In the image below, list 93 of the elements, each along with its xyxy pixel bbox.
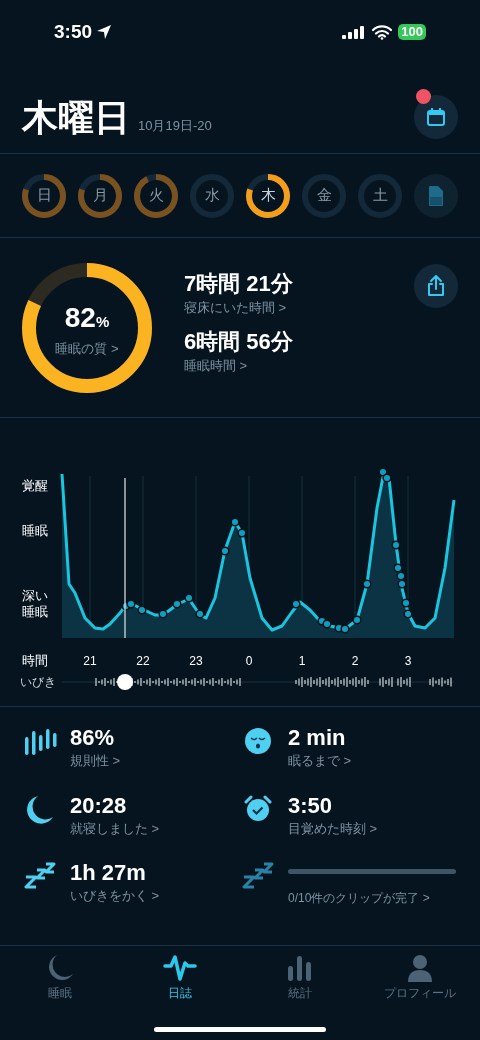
sleeping-face-icon <box>244 727 272 755</box>
stat-value: 2 min <box>288 725 347 751</box>
data-point <box>393 563 403 573</box>
battery-level: 100 <box>398 24 426 40</box>
y-axis-label: 睡眠 <box>22 523 48 539</box>
snore-label: いびき <box>20 674 56 691</box>
bar-chart-icon <box>287 954 313 982</box>
x-axis-label: 23 <box>188 653 204 670</box>
data-point <box>172 599 182 609</box>
stat-link[interactable]: 0/10件のクリップが完了 > <box>288 889 456 907</box>
tab-button[interactable]: 統計 <box>245 954 355 1002</box>
y-axis-label: 覚醒 <box>22 478 48 494</box>
duration-value: 7時間 21分 <box>184 270 294 298</box>
playback-handle[interactable] <box>117 674 133 690</box>
zzz-icon <box>24 862 56 889</box>
stat-value: 20:28 <box>70 792 128 819</box>
day-button[interactable]: 土 <box>358 173 402 218</box>
x-axis-label: 22 <box>135 653 151 670</box>
x-axis-label: 2 <box>350 653 360 670</box>
data-point <box>158 609 168 619</box>
data-point <box>126 599 136 609</box>
share-icon <box>426 275 446 297</box>
data-point <box>322 619 332 629</box>
data-point <box>184 593 194 603</box>
stat-link[interactable]: いびきをかく > <box>70 886 238 906</box>
day-button[interactable]: 火 <box>134 173 178 218</box>
sleep-quality-link[interactable]: 睡眠の質 > <box>55 338 119 359</box>
zzz-icon <box>242 862 274 889</box>
wifi-icon <box>372 24 393 40</box>
location-arrow-icon <box>96 24 113 40</box>
date-range: 10月19日-20 <box>138 116 212 135</box>
x-axis-label: 0 <box>244 653 254 670</box>
data-point <box>340 624 350 634</box>
day-button[interactable]: 月 <box>78 173 122 218</box>
day-button[interactable]: 水 <box>190 173 234 218</box>
data-point <box>397 579 407 589</box>
duration-link[interactable]: 睡眠時間 > <box>184 355 414 375</box>
data-point <box>382 473 392 483</box>
duration-value: 6時間 56分 <box>184 327 294 356</box>
report-button[interactable] <box>414 173 458 218</box>
data-point <box>352 615 362 625</box>
day-ring-icon <box>302 173 346 218</box>
day-button[interactable]: 日 <box>22 173 66 218</box>
data-point <box>291 599 301 609</box>
day-button[interactable]: 木 <box>246 173 290 218</box>
stat-link[interactable]: 規則性 > <box>70 751 238 771</box>
stat-link[interactable]: 眠るまで > <box>288 751 456 771</box>
day-ring-icon <box>22 173 66 218</box>
data-point <box>220 546 230 556</box>
share-button[interactable] <box>414 264 458 308</box>
stat-value: 3:50 <box>288 792 334 819</box>
stat-value: 1h 27m <box>70 860 147 886</box>
stat-link[interactable]: 目覚めた時刻 > <box>288 818 456 838</box>
data-point <box>378 468 388 477</box>
quality-score: 82% <box>64 300 110 335</box>
tab-button[interactable]: プロフィール <box>365 954 475 1002</box>
signal-icon <box>342 25 367 39</box>
calendar-button[interactable] <box>414 95 458 139</box>
stat-link[interactable]: 就寝しました > <box>70 818 238 838</box>
x-axis-label: 3 <box>403 653 413 670</box>
day-ring-icon <box>190 173 234 218</box>
data-point <box>230 517 240 527</box>
x-axis-label: 1 <box>297 653 307 670</box>
data-point <box>403 609 413 619</box>
page-title: 木曜日 <box>22 97 130 139</box>
bars-icon <box>23 727 57 755</box>
x-axis-label: 21 <box>82 653 98 670</box>
data-point <box>401 598 411 608</box>
calendar-icon <box>426 107 446 127</box>
y-axis-label: 深い睡眠 <box>22 588 49 620</box>
day-ring-icon <box>358 173 402 218</box>
stat-value: 86% <box>70 725 116 751</box>
data-point <box>396 571 406 581</box>
tab-button[interactable]: 日誌 <box>125 954 235 1002</box>
person-icon <box>406 954 434 982</box>
wave-icon <box>163 954 197 982</box>
data-point <box>362 579 372 589</box>
tab-button[interactable]: 睡眠 <box>5 954 115 1002</box>
x-axis-title: 時間 <box>22 652 48 670</box>
day-ring-icon <box>78 173 122 218</box>
data-point <box>195 609 205 619</box>
status-time: 3:50 <box>54 19 93 44</box>
data-point <box>137 605 147 615</box>
alarm-clock-icon <box>244 794 272 823</box>
moon-icon <box>26 794 54 825</box>
day-ring-icon <box>134 173 178 218</box>
data-point <box>391 540 401 550</box>
duration-link[interactable]: 寝床にいた時間 > <box>184 298 414 318</box>
day-button[interactable]: 金 <box>302 173 346 218</box>
document-icon <box>428 184 444 207</box>
day-ring-icon <box>246 173 290 218</box>
data-point <box>237 528 247 538</box>
quality-ring-icon <box>22 262 152 393</box>
